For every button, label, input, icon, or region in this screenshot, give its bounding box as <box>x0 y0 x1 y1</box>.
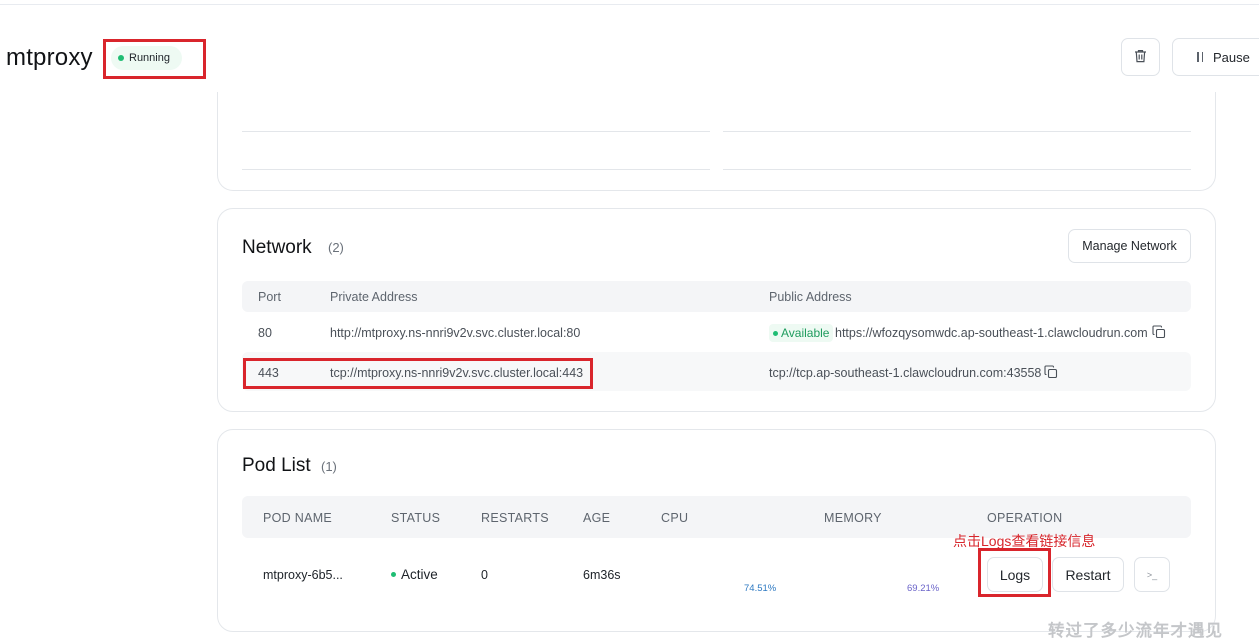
column-header-public-address: Public Address <box>769 290 852 304</box>
column-header-memory: MEMORY <box>824 511 882 525</box>
public-address-link[interactable]: https://wfozqysomwdc.ap-southeast-1.claw… <box>835 326 1148 340</box>
watermark: 转过了多少流年才遇见 <box>1048 622 1223 640</box>
pause-button[interactable]: Pause <box>1172 38 1259 76</box>
restart-button[interactable]: Restart <box>1052 557 1124 592</box>
port-cell: 443 <box>258 366 279 380</box>
status-label: Running <box>129 52 170 64</box>
field-divider <box>723 131 1191 132</box>
active-dot-icon <box>391 572 396 577</box>
annotation-text: 点击Logs查看链接信息 <box>953 533 1096 549</box>
private-address-cell[interactable]: tcp://mtproxy.ns-nnri9v2v.svc.cluster.lo… <box>330 366 583 380</box>
pod-list-title: Pod List <box>242 455 311 476</box>
manage-network-button[interactable]: Manage Network <box>1068 229 1191 263</box>
column-header-restarts: RESTARTS <box>481 511 549 525</box>
pod-restarts-cell: 0 <box>481 568 488 582</box>
field-divider <box>242 131 710 132</box>
terminal-icon: >_ <box>1146 569 1158 580</box>
column-header-pod-name: POD NAME <box>263 511 333 525</box>
column-header-port: Port <box>258 290 281 304</box>
status-badge: Running <box>111 46 182 70</box>
pod-list-count: (1) <box>321 459 337 474</box>
memory-usage-label: 69.21% <box>907 583 940 594</box>
available-label: Available <box>781 326 830 340</box>
field-divider <box>242 169 710 170</box>
network-title: Network <box>242 237 312 258</box>
copy-icon[interactable] <box>1044 365 1058 379</box>
copy-icon[interactable] <box>1152 325 1166 339</box>
delete-button[interactable] <box>1121 38 1160 76</box>
pause-label: Pause <box>1213 49 1250 65</box>
pod-name-cell[interactable]: mtproxy-6b5... <box>263 568 343 582</box>
available-dot-icon <box>773 330 778 336</box>
pod-status-cell: Active <box>391 567 438 582</box>
app-title: mtproxy <box>6 44 93 71</box>
public-address-cell[interactable]: tcp://tcp.ap-southeast-1.clawcloudrun.co… <box>769 366 1041 380</box>
cpu-usage-label: 74.51% <box>744 583 777 594</box>
column-header-cpu: CPU <box>661 511 689 525</box>
port-cell: 80 <box>258 326 272 340</box>
pod-age-cell: 6m36s <box>583 568 621 582</box>
column-header-status: STATUS <box>391 511 441 525</box>
available-badge: Available <box>769 324 834 342</box>
private-address-cell[interactable]: http://mtproxy.ns-nnri9v2v.svc.cluster.l… <box>330 326 580 340</box>
pod-status-label: Active <box>401 567 438 582</box>
column-header-private-address: Private Address <box>330 290 418 304</box>
network-count: (2) <box>328 240 344 255</box>
top-divider <box>0 4 1259 5</box>
status-dot-icon <box>118 55 124 61</box>
logs-button[interactable]: Logs <box>987 557 1043 592</box>
pause-icon <box>1197 52 1203 62</box>
column-header-operation: OPERATION <box>987 511 1063 525</box>
trash-icon <box>1134 49 1147 66</box>
column-header-age: AGE <box>583 511 611 525</box>
field-divider <box>723 169 1191 170</box>
terminal-button[interactable]: >_ <box>1134 557 1170 592</box>
details-card <box>217 92 1216 191</box>
